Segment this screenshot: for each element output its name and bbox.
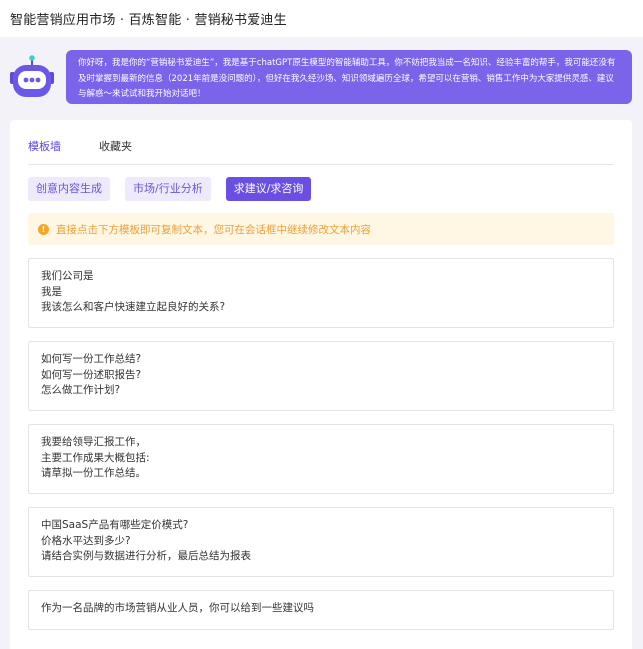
page-title: 智能营销应用市场 · 百炼智能 · 营销秘书爱迪生 [10,13,287,28]
category-advice-consulting[interactable]: 求建议/求咨询 [225,177,312,201]
template-card[interactable]: 中国SaaS产品有哪些定价模式? 价格水平达到多少? 请结合实例与数据进行分析，… [28,507,614,577]
tab-favorites[interactable]: 收藏夹 [99,134,132,154]
tab-template-wall[interactable]: 模板墙 [28,134,61,154]
copy-tip-notice: ! 直接点击下方模板即可复制文本，您可在会话框中继续修改文本内容 [28,213,614,245]
category-filter: 创意内容生成 市场/行业分析 求建议/求咨询 [28,177,326,201]
template-panel: 模板墙 收藏夹 创意内容生成 市场/行业分析 求建议/求咨询 ! 直接点击下方模… [10,120,632,649]
template-line: 我是 [41,285,62,298]
template-card[interactable]: 如何写一份工作总结? 如何写一份述职报告? 怎么做工作计划? [28,341,614,411]
copy-tip-text: 直接点击下方模板即可复制文本，您可在会话框中继续修改文本内容 [56,223,371,236]
category-creative-content[interactable]: 创意内容生成 [28,177,110,201]
template-line: 我该怎么和客户快速建立起良好的关系? [41,301,226,313]
category-market-analysis[interactable]: 市场/行业分析 [125,177,211,201]
template-card[interactable]: 我要给领导汇报工作， 主要工作成果大概包括: 请草拟一份工作总结。 [28,424,614,494]
assistant-intro-bubble: 你好呀，我是你的“营销秘书爱迪生”，我是基于chatGPT原生模型的智能辅助工具… [66,50,632,104]
template-line: 如何写一份工作总结? [41,353,142,365]
template-line: 怎么做工作计划? [41,384,121,396]
template-card[interactable]: 作为一名品牌的市场营销从业人员，你可以给到一些建议吗 [28,590,614,630]
template-line: 如何写一份述职报告? [41,368,142,381]
template-card[interactable]: 我们公司是 我是 我该怎么和客户快速建立起良好的关系? [28,258,614,328]
top-bar: 智能营销应用市场 · 百炼智能 · 营销秘书爱迪生 [0,0,643,37]
template-line: 价格水平达到多少? [41,534,131,547]
template-line: 作为一名品牌的市场营销从业人员，你可以给到一些建议吗 [41,602,314,614]
template-line: 主要工作成果大概包括: [41,451,150,464]
template-line: 请草拟一份工作总结。 [41,467,146,479]
warning-icon: ! [38,223,49,235]
robot-icon [9,55,55,101]
template-line: 中国SaaS产品有哪些定价模式? [41,519,189,531]
template-line: 我们公司是 [41,270,94,282]
template-line: 我要给领导汇报工作， [41,436,146,448]
template-line: 请结合实例与数据进行分析，最后总结为报表 [41,550,251,562]
assistant-intro-text: 你好呀，我是你的“营销秘书爱迪生”，我是基于chatGPT原生模型的智能辅助工具… [78,58,616,99]
panel-tabs: 模板墙 收藏夹 [28,134,614,165]
